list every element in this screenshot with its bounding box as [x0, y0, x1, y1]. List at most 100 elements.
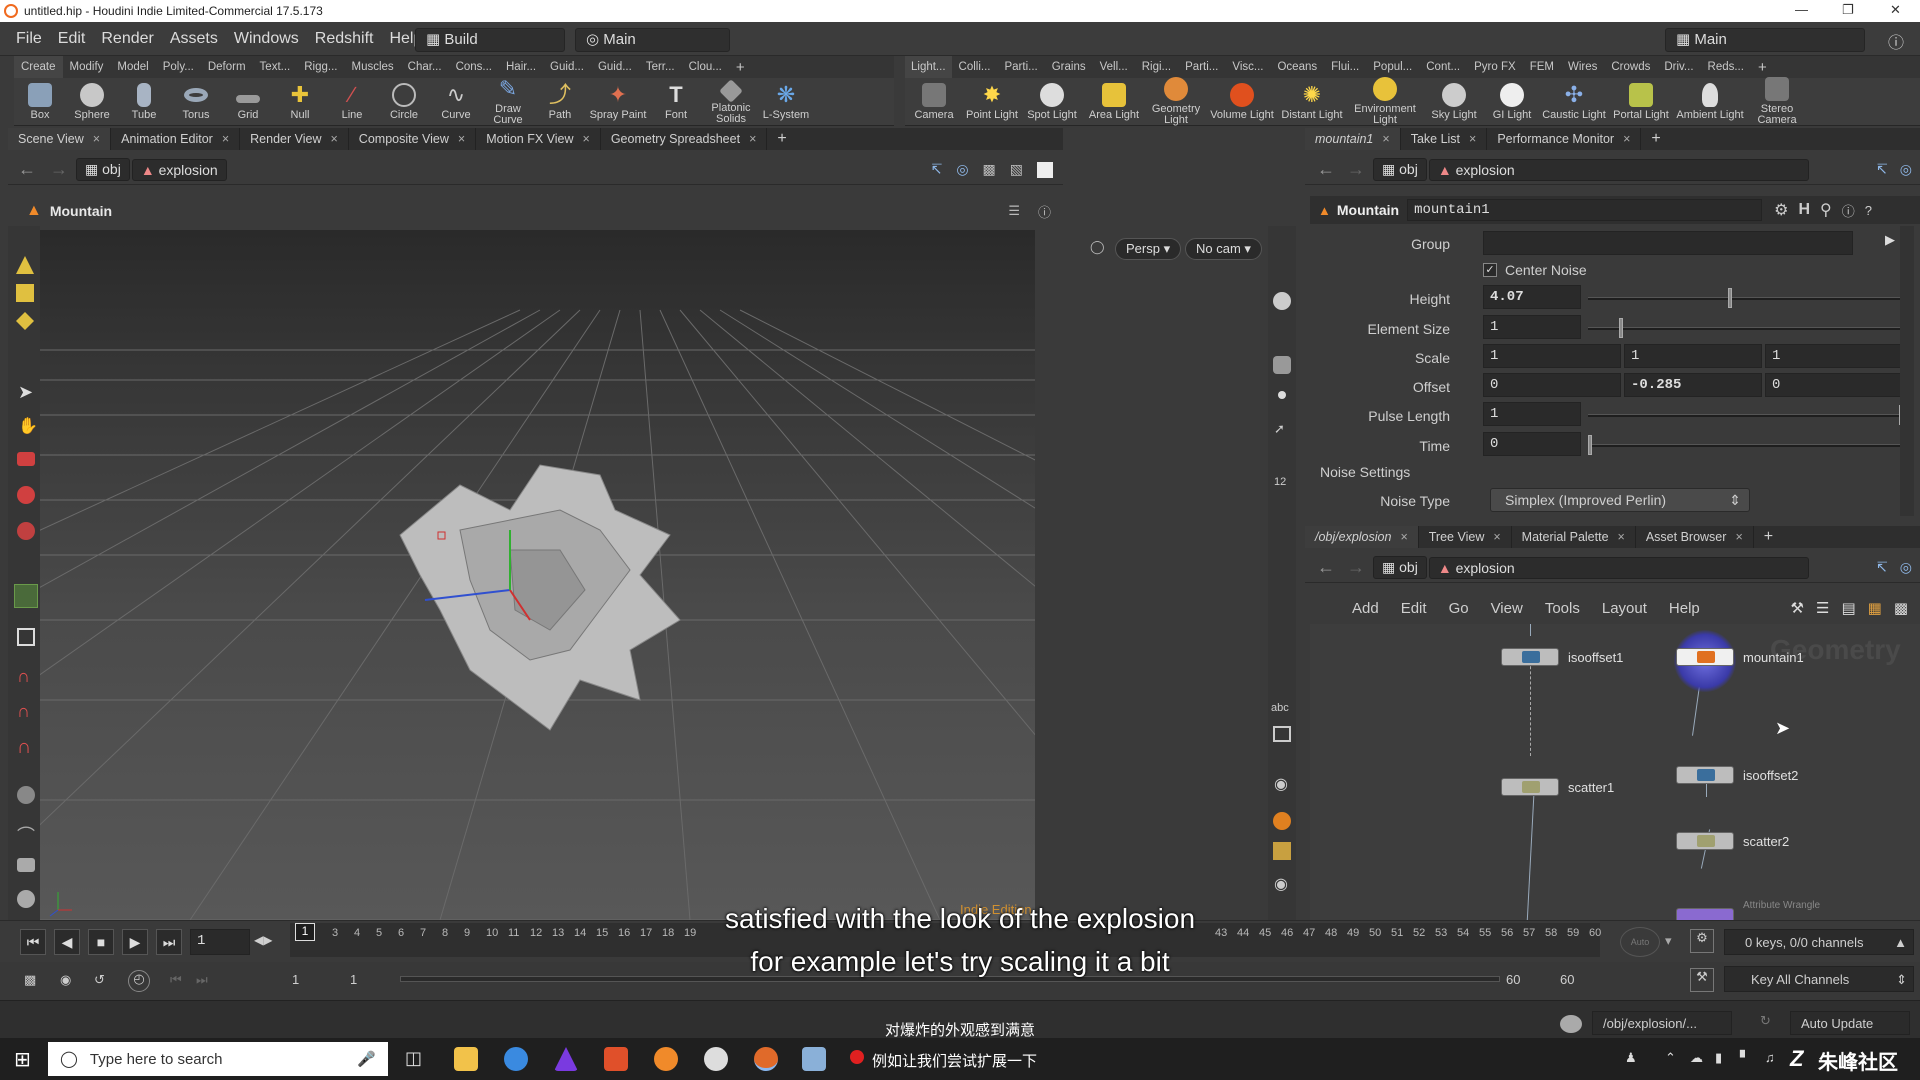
element-size-slider[interactable] — [1588, 318, 1903, 338]
text-label[interactable]: abc — [1271, 702, 1289, 714]
forward-arrow-icon[interactable]: → — [1347, 159, 1365, 180]
time-field[interactable]: 0 — [1483, 432, 1581, 456]
shelf-tab-crowds[interactable]: Crowds — [1604, 61, 1657, 73]
add-shelf-tab-right-icon[interactable]: + — [1751, 59, 1774, 76]
add-tab-icon[interactable]: + — [777, 130, 786, 148]
offset-x-field[interactable]: 0 — [1483, 373, 1621, 397]
network-menu-edit[interactable]: Edit — [1401, 600, 1427, 617]
point-numbers-icon[interactable]: 12 — [1274, 476, 1286, 488]
tool-caustic-light[interactable]: ✣ Caustic Light — [1539, 82, 1609, 121]
list-icon[interactable]: ▤ — [1841, 599, 1855, 617]
pulse-length-field[interactable]: 1 — [1483, 402, 1581, 426]
pin-icon[interactable]: ↸ — [931, 161, 943, 178]
node-scatter2[interactable] — [1676, 832, 1734, 850]
taskbar-search[interactable]: ◯ Type here to search 🎤 — [48, 1042, 388, 1076]
houdini-taskbar-icon[interactable] — [754, 1047, 778, 1071]
offset-y-field[interactable]: -0.285 — [1624, 373, 1762, 397]
offset-z-field[interactable]: 0 — [1765, 373, 1903, 397]
tab-render-view[interactable]: Render View × — [240, 128, 349, 150]
persp-menu[interactable]: Persp ▾ — [1115, 238, 1182, 260]
tool-spot-light[interactable]: Spot Light — [1021, 82, 1083, 121]
chrome-icon[interactable] — [504, 1047, 528, 1071]
path-root[interactable]: ▦ obj — [1373, 158, 1427, 181]
menu-file[interactable]: File — [16, 30, 42, 48]
tool-sky-light[interactable]: Sky Light — [1423, 82, 1485, 121]
tool-area-light[interactable]: Area Light — [1083, 82, 1145, 121]
close-tab-icon[interactable]: × — [1618, 530, 1625, 544]
tool-platonic-solids[interactable]: Platonic Solids — [702, 78, 760, 125]
back-arrow-icon[interactable]: ← — [18, 159, 36, 180]
close-tab-icon[interactable]: × — [749, 132, 756, 146]
add-shelf-tab-icon[interactable]: + — [729, 59, 752, 76]
shelf-tab-populate[interactable]: Popul... — [1366, 61, 1419, 73]
auto-update-dropdown[interactable]: Auto Update — [1790, 1011, 1910, 1035]
tab-take-list[interactable]: Take List × — [1401, 128, 1488, 150]
recording-icon[interactable] — [850, 1050, 864, 1064]
menu-assets[interactable]: Assets — [170, 30, 218, 48]
param-scrollbar[interactable] — [1900, 226, 1914, 516]
back-arrow-icon[interactable]: ← — [1317, 557, 1335, 578]
tool-portal-light[interactable]: Portal Light — [1609, 82, 1673, 121]
view-tool-icon[interactable]: ✋ — [18, 416, 38, 436]
minimize-icon[interactable]: — — [1795, 2, 1808, 17]
tool-environment-light[interactable]: Environment Light — [1347, 77, 1423, 126]
shelf-tab-poly[interactable]: Poly... — [156, 61, 201, 73]
scale-z-field[interactable]: 1 — [1765, 344, 1903, 368]
hda-icon[interactable]: H — [1798, 201, 1810, 219]
tool-line[interactable]: ∕ Line — [326, 82, 378, 121]
magnet2-icon[interactable]: ∩ — [17, 701, 30, 722]
grid-view-icon[interactable] — [1273, 842, 1291, 860]
element-size-field[interactable]: 1 — [1483, 315, 1581, 339]
tool-gi-light[interactable]: GI Light — [1485, 82, 1539, 121]
shelf-tab-redshift[interactable]: Reds... — [1701, 61, 1751, 73]
tool-torus[interactable]: Torus — [170, 83, 222, 121]
select-faces-icon[interactable] — [16, 312, 34, 330]
shading-icon[interactable] — [1273, 292, 1291, 310]
tool-distant-light[interactable]: ✺ Distant Light — [1277, 82, 1347, 121]
help-icon[interactable]: ? — [1865, 203, 1872, 218]
network-menu-view[interactable]: View — [1491, 600, 1523, 617]
close-tab-icon[interactable]: × — [330, 132, 337, 146]
close-tab-icon[interactable]: × — [1382, 132, 1389, 146]
select-tool-icon[interactable]: ➤ — [18, 382, 33, 403]
tab-animation-editor[interactable]: Animation Editor × — [111, 128, 241, 150]
link-icon[interactable]: ◎ — [956, 161, 968, 178]
close-tab-icon[interactable]: × — [1493, 530, 1500, 544]
warning-icon[interactable] — [1273, 812, 1291, 830]
tool-geometry-light[interactable]: Geometry Light — [1145, 77, 1207, 126]
close-tab-icon[interactable]: × — [222, 132, 229, 146]
center-noise-checkbox[interactable]: ✓ — [1483, 263, 1497, 277]
scene-viewport[interactable]: Indie Edition — [40, 230, 1035, 920]
help-icon[interactable]: ⓘ — [1038, 202, 1051, 221]
scale-tool-icon[interactable] — [17, 522, 35, 540]
shelf-tab-guide2[interactable]: Guid... — [591, 61, 639, 73]
pulse-length-slider[interactable] — [1588, 405, 1903, 425]
noise-type-dropdown[interactable]: Simplex (Improved Perlin) ⇕ — [1490, 488, 1750, 512]
magnet-icon[interactable]: ∩ — [17, 666, 30, 687]
point-display-icon[interactable] — [1278, 391, 1286, 399]
normals-icon[interactable]: ➚ — [1274, 421, 1285, 437]
tab-material-palette[interactable]: Material Palette × — [1512, 526, 1636, 548]
shelf-tab-characters[interactable]: Char... — [401, 61, 449, 73]
pin-icon[interactable]: ↸ — [1876, 559, 1888, 576]
tab-performance-monitor[interactable]: Performance Monitor × — [1487, 128, 1642, 150]
desktop-build-selector[interactable]: ▦ Build — [415, 28, 565, 52]
sublime-icon[interactable] — [604, 1047, 628, 1071]
shelf-tab-modify[interactable]: Modify — [63, 61, 111, 73]
grid-icon[interactable]: ▩ — [1894, 599, 1908, 617]
shelf-tab-muscles[interactable]: Muscles — [344, 61, 400, 73]
marker-icon[interactable]: ◉ — [1274, 774, 1288, 794]
select-edges-icon[interactable] — [16, 284, 34, 302]
height-slider-knob[interactable] — [1727, 288, 1732, 308]
close-tab-icon[interactable]: × — [583, 132, 590, 146]
network-menu-help[interactable]: Help — [1669, 600, 1700, 617]
tab-scene-view[interactable]: Scene View × — [8, 128, 112, 150]
shelf-tab-lights[interactable]: Light... — [905, 56, 952, 78]
info-icon[interactable]: ⓘ — [1842, 201, 1855, 220]
tool-draw-curve[interactable]: ✎ Draw Curve — [482, 77, 534, 126]
wireframe-icon[interactable] — [1273, 356, 1291, 374]
magnet3-icon[interactable]: ∩ — [17, 736, 31, 759]
network-menu-layout[interactable]: Layout — [1602, 600, 1647, 617]
file-explorer-icon[interactable] — [454, 1047, 478, 1071]
link-icon[interactable]: ◎ — [1900, 161, 1912, 178]
